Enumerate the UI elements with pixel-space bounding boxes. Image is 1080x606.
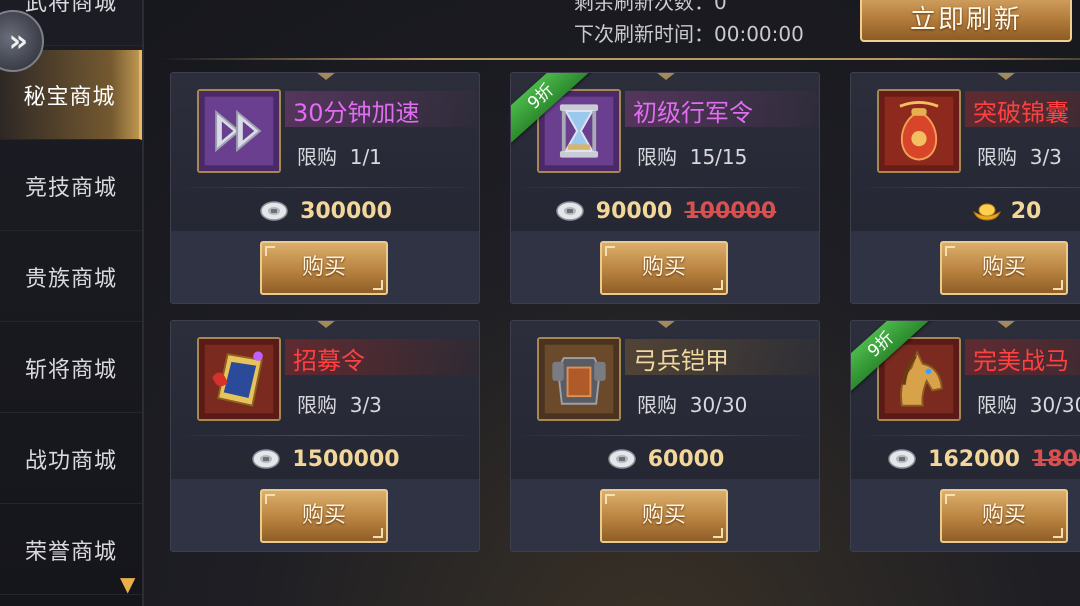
- item-price: 162000: [928, 446, 1020, 472]
- shop-item-card: 9折 完美战马 限购 30/30 162000 180000 购买: [850, 320, 1080, 552]
- price-row: 20: [851, 191, 1080, 231]
- refresh-count-text: 剩余刷新次数：0: [574, 0, 727, 14]
- shop-item-card: 9折 初级行军令 限购 15/15 90000 100000 购买: [510, 72, 820, 304]
- sidebar-item-label: 贵族商城: [24, 266, 117, 292]
- buy-button[interactable]: 购买: [940, 489, 1068, 543]
- item-price: 1500000: [292, 446, 400, 472]
- buy-button[interactable]: 购买: [600, 489, 728, 543]
- sidebar-item-merit-shop[interactable]: 战功商城: [0, 414, 142, 504]
- shop-item-card: 30分钟加速 限购 1/1 300000 购买: [170, 72, 480, 304]
- price-divider: [511, 435, 819, 436]
- buy-button[interactable]: 购买: [260, 489, 388, 543]
- sidebar-item-label: 武将商城: [24, 0, 117, 16]
- card-notch: [656, 73, 676, 80]
- price-row: 1500000: [171, 439, 479, 479]
- item-name: 弓兵铠甲: [633, 347, 729, 375]
- buy-button[interactable]: 购买: [940, 241, 1068, 295]
- item-price: 90000: [595, 198, 673, 224]
- card-notch: [316, 73, 336, 80]
- item-price: 60000: [647, 446, 725, 472]
- price-divider: [171, 435, 479, 436]
- silver-coin-icon: [607, 449, 636, 469]
- original-price: 100000: [684, 198, 777, 224]
- sidebar-item-arena-shop[interactable]: 竞技商城: [0, 141, 142, 231]
- price-row: 60000: [511, 439, 819, 479]
- item-price: 300000: [300, 198, 392, 224]
- sidebar-item-label: 斩将商城: [24, 357, 117, 383]
- gold-ingot-icon: [972, 203, 1001, 221]
- silver-coin-icon: [260, 201, 288, 221]
- refresh-now-button[interactable]: 立即刷新: [860, 0, 1072, 42]
- item-price: 20: [1010, 198, 1042, 224]
- purchase-limit: 限购 3/3: [977, 145, 1062, 169]
- price-divider: [511, 187, 819, 188]
- sidebar-item-label: 竞技商城: [24, 175, 117, 201]
- item-name: 突破锦囊: [973, 99, 1069, 127]
- silver-coin-icon: [888, 449, 916, 469]
- shop-item-card: 招募令 限购 3/3 1500000 购买: [170, 320, 480, 552]
- shop-item-card: 突破锦囊 限购 3/3 20 购买: [850, 72, 1080, 304]
- sidebar-item-label: 战功商城: [24, 448, 117, 474]
- buy-button[interactable]: 购买: [600, 241, 728, 295]
- price-divider: [171, 187, 479, 188]
- price-row: 162000 180000: [851, 439, 1080, 479]
- card-notch: [996, 321, 1016, 328]
- card-notch: [316, 321, 336, 328]
- sidebar-item-label: 荣誉商城: [24, 539, 117, 565]
- recruit-token-icon[interactable]: [197, 337, 281, 421]
- price-row: 300000: [171, 191, 479, 231]
- fast-forward-icon[interactable]: [197, 89, 281, 173]
- price-divider: [851, 187, 1080, 188]
- purchase-limit: 限购 30/30: [977, 393, 1080, 417]
- purchase-limit: 限购 30/30: [637, 393, 748, 417]
- sidebar-item-slay-shop[interactable]: 斩将商城: [0, 323, 142, 413]
- next-refresh-time: 00:00:00: [714, 22, 804, 46]
- silver-coin-icon: [252, 449, 281, 469]
- sidebar-item-noble-shop[interactable]: 贵族商城: [0, 232, 142, 322]
- item-name: 初级行军令: [633, 99, 753, 127]
- chevron-right-icon: »: [8, 23, 28, 59]
- silver-coin-icon: [556, 201, 584, 221]
- price-divider: [851, 435, 1080, 436]
- price-row: 90000 100000: [511, 191, 819, 231]
- card-notch: [996, 73, 1016, 80]
- item-name: 30分钟加速: [293, 99, 420, 127]
- next-refresh-row: 下次刷新时间：00:00:00: [574, 18, 804, 47]
- purchase-limit: 限购 15/15: [637, 145, 748, 169]
- next-refresh-label: 下次刷新时间：: [574, 22, 714, 46]
- buy-button[interactable]: 购买: [260, 241, 388, 295]
- sidebar-item-label: 秘宝商城: [23, 84, 116, 110]
- purchase-limit: 限购 3/3: [297, 393, 382, 417]
- item-name: 完美战马: [973, 347, 1069, 375]
- red-pouch-icon[interactable]: [877, 89, 961, 173]
- shop-sidebar: 武将商城 秘宝商城 竞技商城 贵族商城 斩将商城 战功商城 荣誉商城 ▼: [0, 0, 144, 606]
- armor-icon[interactable]: [537, 337, 621, 421]
- scroll-down-icon[interactable]: ▼: [120, 572, 135, 596]
- purchase-limit: 限购 1/1: [297, 145, 382, 169]
- shop-item-card: 弓兵铠甲 限购 30/30 60000 购买: [510, 320, 820, 552]
- card-notch: [656, 321, 676, 328]
- original-price: 180000: [1032, 446, 1080, 472]
- item-name: 招募令: [293, 347, 365, 375]
- header-divider: [160, 58, 1080, 60]
